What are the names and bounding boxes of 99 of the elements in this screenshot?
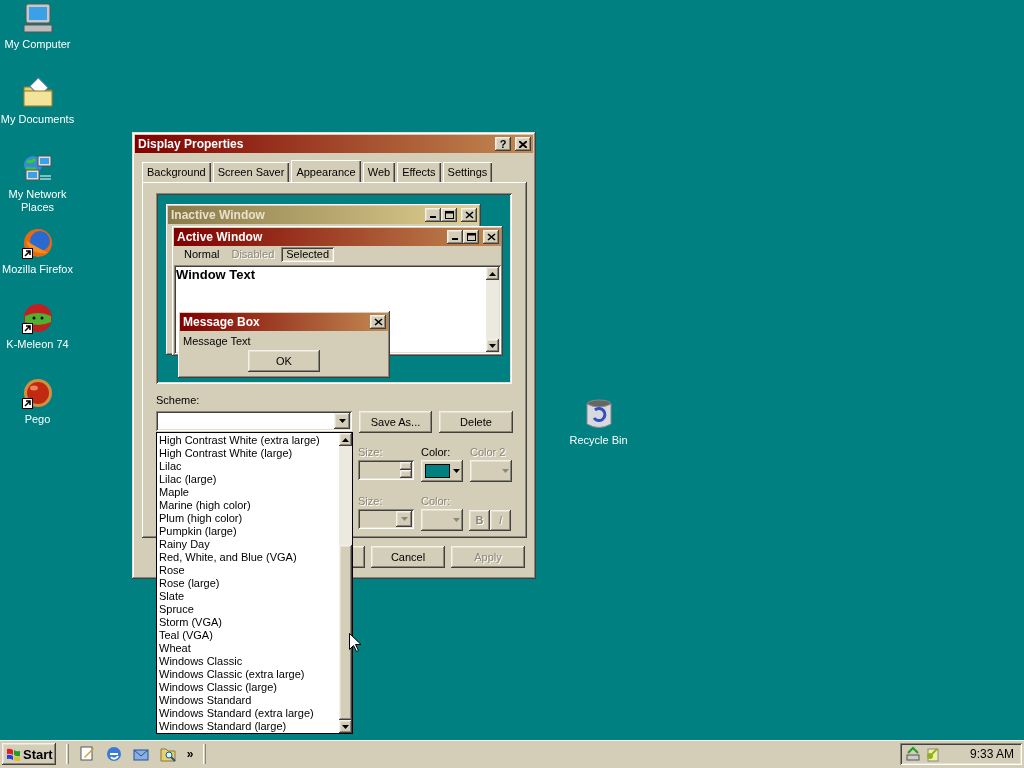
close-icon — [373, 318, 383, 326]
up-arrow-icon — [489, 271, 496, 276]
list-option[interactable]: Teal (VGA) — [157, 629, 339, 642]
icon-label[interactable]: My Documents — [0, 113, 75, 126]
shortcut-icon — [21, 248, 33, 259]
icon-label[interactable]: Recycle Bin — [569, 434, 628, 447]
close-icon — [486, 233, 496, 241]
close-button[interactable] — [461, 208, 477, 222]
icon-label[interactable]: My Computer — [4, 38, 71, 51]
list-option[interactable]: Wheat — [157, 642, 339, 655]
menu-item[interactable]: Selected — [281, 247, 335, 262]
network-status-icon — [905, 746, 921, 762]
save-as-button[interactable]: Save As... — [359, 411, 432, 433]
list-option[interactable]: Windows Standard (extra large) — [157, 707, 339, 720]
more-button[interactable]: » — [186, 747, 194, 761]
list-option[interactable]: Windows Classic — [157, 655, 339, 668]
window-title: Inactive Window — [171, 208, 266, 222]
down-arrow-icon — [342, 724, 349, 729]
close-button[interactable] — [515, 137, 531, 151]
maximize-icon — [444, 211, 454, 219]
list-option[interactable]: Maple — [157, 486, 339, 499]
tab[interactable]: Screen Saver — [212, 162, 290, 182]
list-option[interactable]: Marine (high color) — [157, 499, 339, 512]
color-picker-button[interactable] — [421, 460, 463, 482]
list-option[interactable]: Slate — [157, 590, 339, 603]
dropdown-arrow-icon — [453, 469, 460, 473]
list-option[interactable]: Lilac (large) — [157, 473, 339, 486]
list-option[interactable]: Rose (large) — [157, 577, 339, 590]
notepad-icon — [77, 745, 96, 763]
tab[interactable]: Background — [142, 162, 211, 182]
tab[interactable]: Settings — [442, 162, 493, 182]
icon-label[interactable]: K-Meleon 74 — [6, 338, 69, 351]
menu-item[interactable]: Normal — [179, 247, 225, 262]
list-option[interactable]: High Contrast White (large) — [157, 447, 339, 460]
up-arrow-icon — [342, 437, 349, 442]
shortcut-icon — [21, 398, 33, 409]
quick-launch-button[interactable] — [158, 745, 177, 763]
clock: 9:33 AM — [969, 747, 1014, 761]
start-button[interactable]: Start — [2, 743, 56, 765]
delete-button[interactable]: Delete — [439, 411, 513, 433]
dropdown-arrow-icon — [502, 469, 509, 473]
list-option[interactable]: Pumpkin (large) — [157, 525, 339, 538]
list-option[interactable]: Windows Standard — [157, 694, 339, 707]
field-label: Size: — [358, 446, 384, 457]
search-icon — [158, 745, 177, 763]
close-button[interactable] — [483, 230, 499, 244]
ok-button[interactable]: OK — [248, 350, 320, 372]
message-box-title: Message Box — [183, 315, 261, 329]
dropdown-arrow-icon — [338, 419, 346, 423]
icon-label[interactable]: Pego — [24, 413, 51, 426]
shortcut-icon — [21, 323, 33, 334]
browser-icon — [104, 745, 123, 763]
field-label: Size: — [358, 495, 384, 506]
field-label: Color 2 — [470, 446, 507, 457]
minimize-button[interactable] — [425, 208, 441, 222]
field-label: Scheme: — [156, 394, 201, 407]
list-option[interactable]: Spruce — [157, 603, 339, 616]
list-option[interactable]: Rose — [157, 564, 339, 577]
dropdown-arrow-icon — [400, 517, 408, 521]
list-option[interactable]: Windows Classic (large) — [157, 681, 339, 694]
dropdown-arrow-icon — [453, 518, 460, 522]
scroll-down-button[interactable] — [486, 339, 499, 352]
list-option[interactable]: Lilac — [157, 460, 339, 473]
icon-label[interactable]: My Network Places — [0, 188, 75, 214]
tab[interactable]: Appearance — [291, 160, 361, 182]
list-option[interactable]: High Contrast White (extra large) — [157, 434, 339, 447]
help-button[interactable]: ? — [495, 137, 511, 151]
message-text: Message Text — [182, 334, 252, 349]
field-label: Color: — [421, 495, 452, 506]
maximize-icon — [466, 233, 476, 241]
list-option[interactable]: Red, White, and Blue (VGA) — [157, 551, 339, 564]
minimize-button[interactable] — [447, 230, 463, 244]
scroll-thumb[interactable] — [339, 545, 352, 720]
tab[interactable]: Web — [362, 162, 396, 182]
down-arrow-icon — [489, 343, 496, 348]
close-icon — [464, 211, 474, 219]
cancel-button[interactable]: Cancel — [371, 546, 445, 568]
windows-logo-icon — [5, 747, 21, 761]
list-option[interactable]: Storm (VGA) — [157, 616, 339, 629]
scroll-up-button[interactable] — [339, 433, 352, 446]
list-option[interactable]: Rainy Day — [157, 538, 339, 551]
quick-launch-button[interactable] — [77, 745, 96, 763]
tab[interactable]: Effects — [397, 162, 441, 182]
close-button[interactable] — [370, 315, 386, 329]
list-option[interactable]: Windows Classic (extra large) — [157, 668, 339, 681]
window-title: Display Properties — [138, 137, 245, 151]
scroll-up-button[interactable] — [486, 267, 499, 280]
maximize-button[interactable] — [463, 230, 479, 244]
field-label: Color: — [421, 446, 452, 457]
maximize-button[interactable] — [441, 208, 457, 222]
close-icon — [519, 140, 527, 148]
window-title: Active Window — [177, 230, 264, 244]
window-text: Window Text — [176, 267, 256, 282]
scroll-down-button[interactable] — [339, 720, 352, 733]
list-option[interactable]: Windows Standard (large) — [157, 720, 339, 733]
scheme-dropdown[interactable] — [156, 411, 352, 431]
quick-launch-button[interactable] — [104, 745, 123, 763]
icon-label[interactable]: Mozilla Firefox — [2, 263, 73, 276]
list-option[interactable]: Plum (high color) — [157, 512, 339, 525]
